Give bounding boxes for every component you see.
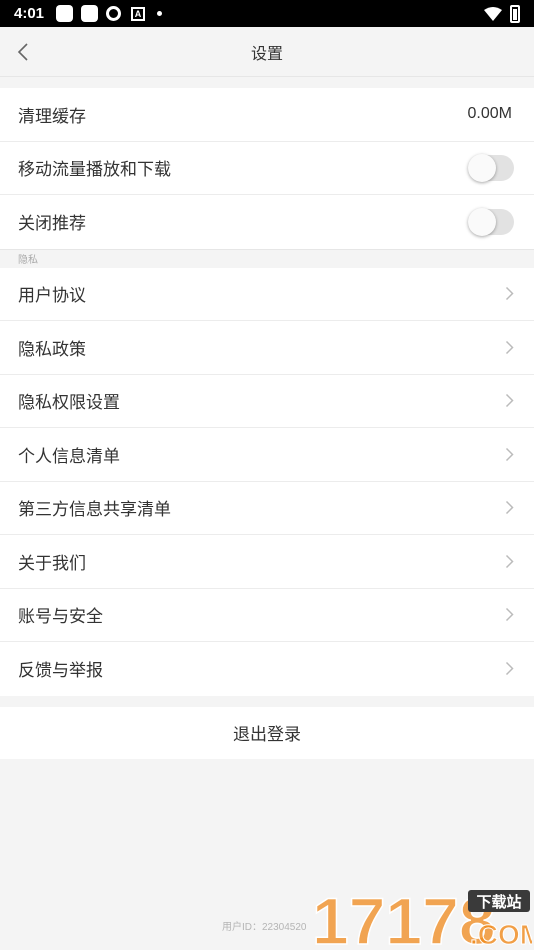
cache-size-value: 0.00M	[467, 105, 512, 123]
mobile-data-label: 移动流量播放和下载	[18, 160, 171, 181]
personal-info-list-row[interactable]: 个人信息清单	[0, 428, 534, 482]
third-party-sharing-row[interactable]: 第三方信息共享清单	[0, 481, 534, 535]
chevron-right-icon	[500, 606, 518, 624]
chevron-right-icon	[500, 499, 518, 517]
user-agreement-row[interactable]: 用户协议	[0, 267, 534, 321]
mobile-data-row: 移动流量播放和下载	[0, 141, 534, 195]
list-item-label: 账号与安全	[18, 607, 103, 628]
site-watermark-logo: 17178 下载站 .COM	[311, 888, 532, 948]
close-recommend-label: 关闭推荐	[18, 214, 86, 235]
list-item-label: 隐私政策	[18, 339, 86, 360]
general-settings: 清理缓存 0.00M 移动流量播放和下载 关闭推荐	[0, 88, 534, 249]
clear-cache-label: 清理缓存	[18, 106, 86, 127]
list-item-label: 个人信息清单	[18, 446, 120, 467]
page-title: 设置	[250, 43, 283, 63]
chevron-right-icon	[500, 660, 518, 678]
chevron-right-icon	[500, 285, 518, 303]
watermark-domain: .COM	[470, 919, 532, 948]
back-button[interactable]	[10, 39, 36, 65]
list-item-label: 第三方信息共享清单	[18, 500, 171, 521]
wifi-icon	[484, 6, 502, 21]
list-item-label: 隐私权限设置	[18, 393, 120, 414]
notification-icon	[81, 5, 99, 22]
logout-button[interactable]: 退出登录	[0, 706, 534, 759]
privacy-section-header: 隐私	[0, 248, 534, 268]
chevron-right-icon	[500, 445, 518, 463]
privacy-permissions-row[interactable]: 隐私权限设置	[0, 374, 534, 428]
list-item-label: 用户协议	[18, 286, 86, 307]
chevron-right-icon	[500, 552, 518, 570]
list-item-label: 反馈与举报	[18, 661, 103, 682]
chevron-left-icon	[17, 43, 28, 61]
chevron-right-icon	[500, 338, 518, 356]
status-time: 4:01	[14, 5, 45, 22]
watermark-tag: 下载站	[476, 893, 521, 911]
close-recommend-toggle[interactable]	[468, 207, 514, 236]
section-gap	[0, 77, 534, 88]
account-security-row[interactable]: 账号与安全	[0, 588, 534, 642]
feedback-report-row[interactable]: 反馈与举报	[0, 642, 534, 696]
toggle-knob	[468, 153, 496, 182]
privacy-settings: 用户协议 隐私政策 隐私权限设置 个人信息清单 第三方信息共享清单 关于我们 账…	[0, 267, 534, 696]
list-item-label: 关于我们	[18, 553, 86, 574]
status-bar: 4:01 A	[0, 0, 534, 27]
nav-bar: 设置	[0, 27, 534, 77]
app-notification-icon	[106, 6, 122, 21]
about-us-row[interactable]: 关于我们	[0, 535, 534, 589]
privacy-policy-row[interactable]: 隐私政策	[0, 321, 534, 375]
close-recommend-row: 关闭推荐	[0, 195, 534, 249]
notification-icon	[56, 5, 74, 22]
battery-icon	[510, 4, 520, 23]
toggle-knob	[468, 207, 496, 236]
section-gap	[0, 695, 534, 707]
more-notifications-icon	[157, 11, 163, 16]
clear-cache-row[interactable]: 清理缓存 0.00M	[0, 88, 534, 142]
mobile-data-toggle[interactable]	[468, 153, 514, 182]
font-notification-icon: A	[131, 6, 146, 21]
user-id-label: 用户ID：22304520	[222, 922, 307, 933]
chevron-right-icon	[500, 392, 518, 410]
